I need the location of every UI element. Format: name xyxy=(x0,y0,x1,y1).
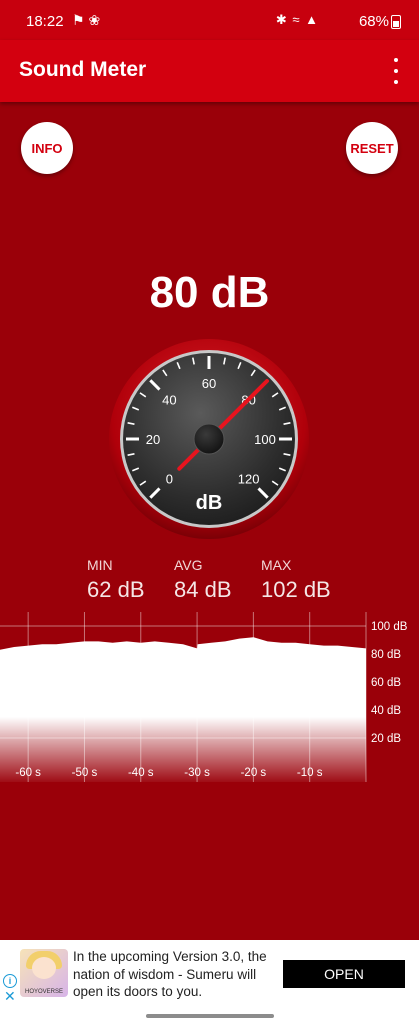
chart-x-tick-label: -20 s xyxy=(241,767,267,779)
sound-gauge: 020406080100120 dB xyxy=(108,338,310,540)
chart-y-tick-label: 80 dB xyxy=(371,649,401,661)
status-time: 18:22 xyxy=(26,13,64,30)
stat-min-label: MIN xyxy=(87,557,113,573)
stat-max: MAX 102 dB xyxy=(261,557,331,603)
stat-max-value: 102 dB xyxy=(261,577,331,602)
chart-x-tick-label: -60 s xyxy=(15,767,41,779)
gauge-tick-label: 120 xyxy=(238,472,260,487)
chart-y-tick-label: 40 dB xyxy=(371,705,401,717)
gauge-tick-label: 0 xyxy=(166,472,173,487)
gauge-hub xyxy=(193,423,225,455)
navigation-bar xyxy=(0,1006,419,1024)
stat-avg-value: 84 dB xyxy=(174,577,232,602)
ad-close-icon[interactable]: ✕ xyxy=(4,989,16,1003)
ad-open-button[interactable]: OPEN xyxy=(283,960,405,988)
stat-avg: AVG 84 dB xyxy=(174,557,232,603)
stat-max-label: MAX xyxy=(261,557,292,573)
chart-y-tick-label: 60 dB xyxy=(371,677,401,689)
gauge-tick-label: 60 xyxy=(202,376,216,391)
battery-level: 68% xyxy=(358,13,389,30)
info-button[interactable]: INFO xyxy=(21,122,73,174)
chart-y-tick-label: 20 dB xyxy=(371,733,401,745)
signal-icon: ✱ ≈ ▲ xyxy=(275,12,319,27)
history-chart-svg: 100 dB 80 dB 60 dB 40 dB 20 dB -60 s -50 s -40 … xyxy=(0,612,408,782)
battery-icon xyxy=(391,15,401,29)
db-readout: 80 dB xyxy=(149,268,270,317)
history-chart: 100 dB 80 dB 60 dB 40 dB 20 dB -60 s -50 s -40 … xyxy=(0,612,419,787)
chart-x-tick-label: -50 s xyxy=(72,767,98,779)
chart-x-tick-label: -10 s xyxy=(297,767,323,779)
app-title: Sound Meter xyxy=(19,58,147,81)
chart-x-tick-label: -30 s xyxy=(184,767,210,779)
gauge-tick-label: 20 xyxy=(146,432,160,447)
ad-thumbnail[interactable]: HOYOVERSE xyxy=(20,949,68,997)
stat-min: MIN 62 dB xyxy=(87,557,145,603)
home-gesture-handle[interactable] xyxy=(146,1014,274,1018)
chart-y-tick-label: 100 dB xyxy=(371,621,408,633)
chart-series-area xyxy=(0,637,366,782)
app-bar: Sound Meter xyxy=(0,40,419,102)
stat-min-value: 62 dB xyxy=(87,577,145,602)
more-vert-icon[interactable] xyxy=(391,58,401,84)
ad-info-icon[interactable]: i xyxy=(3,974,17,988)
status-bar: 18:22 ⚑ ❀ ✱ ≈ ▲ 68% xyxy=(0,0,419,40)
gauge-svg: 020406080100120 dB xyxy=(109,339,309,539)
ad-banner[interactable]: i ✕ HOYOVERSE In the upcoming Version 3.… xyxy=(0,940,419,1006)
gauge-tick-label: 100 xyxy=(254,432,276,447)
chart-x-tick-label: -40 s xyxy=(128,767,154,779)
ad-brand: HOYOVERSE xyxy=(24,989,63,995)
ad-text[interactable]: In the upcoming Version 3.0, the nation … xyxy=(73,948,278,1001)
stat-avg-label: AVG xyxy=(174,557,203,573)
reset-button[interactable]: RESET xyxy=(346,122,398,174)
gauge-unit: dB xyxy=(196,492,223,514)
puzzle-icon: ⚑ ❀ xyxy=(72,12,101,28)
gauge-tick-label: 40 xyxy=(162,392,176,407)
